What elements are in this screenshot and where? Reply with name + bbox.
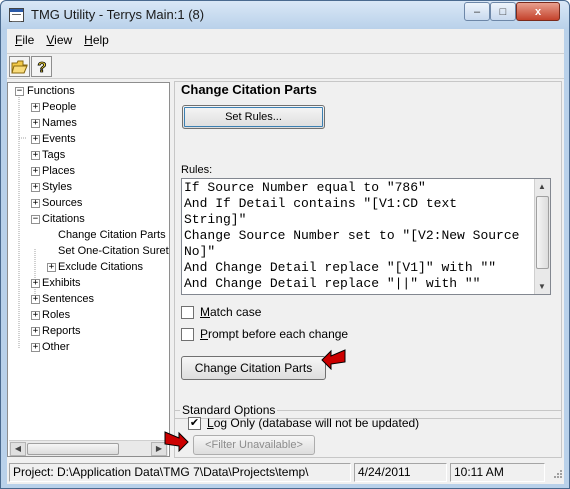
- log-only-checkbox[interactable]: ✔: [188, 416, 201, 430]
- tree-expand-toggle[interactable]: +: [31, 135, 40, 144]
- red-arrow-icon: [321, 349, 346, 370]
- tree-item-exclude-citations[interactable]: Exclude Citations: [58, 259, 143, 275]
- menu-file-label: ile: [22, 33, 35, 47]
- status-date: 4/24/2011: [354, 463, 447, 482]
- app-icon[interactable]: [9, 8, 24, 22]
- filter-button[interactable]: <Filter Unavailable>: [193, 435, 315, 455]
- resize-grip-icon[interactable]: [551, 469, 563, 481]
- rules-label: Rules:: [181, 164, 213, 176]
- red-arrow-icon: [164, 431, 189, 452]
- help-icon: ?: [37, 59, 47, 75]
- set-rules-button[interactable]: Set Rules...: [182, 105, 325, 129]
- svg-text:?: ?: [37, 59, 46, 75]
- rules-vertical-scrollbar[interactable]: ▲ ▼: [534, 179, 550, 294]
- status-time: 10:11 AM: [450, 463, 545, 482]
- tree-item-change-citation-parts[interactable]: Change Citation Parts: [58, 227, 166, 243]
- tree-expand-toggle[interactable]: +: [31, 151, 40, 160]
- tree-item-tags[interactable]: Tags: [42, 147, 65, 163]
- tree-item-people[interactable]: People: [42, 99, 76, 115]
- tree-expand-toggle[interactable]: +: [47, 263, 56, 272]
- menu-view-label: iew: [54, 33, 73, 47]
- tree-item-other[interactable]: Other: [42, 339, 70, 355]
- prompt-option[interactable]: Prompt before each change: [181, 326, 348, 342]
- function-tree[interactable]: − Functions + People + Names + Events + …: [7, 82, 170, 457]
- standard-options-group: Standard Options ✔ Log Only (database wi…: [174, 403, 562, 458]
- close-button[interactable]: x: [516, 2, 560, 21]
- tree-expand-toggle[interactable]: +: [31, 119, 40, 128]
- rules-text: If Source Number equal to "786" And If De…: [184, 180, 534, 292]
- tree-item-names[interactable]: Names: [42, 115, 77, 131]
- match-case-checkbox[interactable]: [181, 305, 194, 319]
- tree-expand-toggle[interactable]: +: [31, 103, 40, 112]
- rules-textbox[interactable]: If Source Number equal to "786" And If De…: [181, 178, 551, 295]
- log-only-label: Log Only (database will not be updated): [207, 416, 420, 430]
- rule-line: String]": [184, 212, 247, 227]
- scroll-up-arrow-icon[interactable]: ▲: [538, 182, 546, 191]
- menu-view[interactable]: View: [40, 33, 78, 47]
- tree-item-sentences[interactable]: Sentences: [42, 291, 94, 307]
- status-bar: Project: D:\Application Data\TMG 7\Data\…: [7, 461, 564, 483]
- match-case-label: Match case: [200, 305, 262, 319]
- window-title: TMG Utility - Terrys Main:1 (8): [31, 7, 205, 22]
- rule-line: Change Source Number set to "[V2:New Sou…: [184, 228, 520, 243]
- tree-expand-toggle[interactable]: +: [31, 167, 40, 176]
- tree-item-roles[interactable]: Roles: [42, 307, 70, 323]
- folder-open-icon: [11, 60, 28, 73]
- prompt-checkbox[interactable]: [181, 327, 194, 341]
- tree-item-exhibits[interactable]: Exhibits: [42, 275, 81, 291]
- rule-line: No]": [184, 244, 216, 259]
- tree-expand-toggle[interactable]: +: [31, 343, 40, 352]
- tree-expand-toggle[interactable]: +: [31, 295, 40, 304]
- toolbar: ?: [7, 53, 564, 79]
- help-button[interactable]: ?: [31, 56, 52, 77]
- prompt-label: Prompt before each change: [200, 327, 349, 341]
- change-citation-parts-button[interactable]: Change Citation Parts: [181, 356, 326, 380]
- menu-file[interactable]: File: [9, 33, 40, 47]
- maximize-button[interactable]: □: [490, 2, 516, 21]
- tree-expand-toggle[interactable]: +: [31, 327, 40, 336]
- menu-bar: File View Help: [7, 29, 564, 51]
- panel-title: Change Citation Parts: [181, 82, 317, 97]
- scroll-down-arrow-icon[interactable]: ▼: [538, 282, 546, 291]
- change-citation-panel: Change Citation Parts Set Rules... Rules…: [174, 81, 562, 419]
- tree-root-functions[interactable]: Functions: [27, 83, 75, 99]
- scroll-thumb[interactable]: [27, 443, 119, 455]
- menu-help-label: elp: [92, 33, 109, 47]
- scroll-left-arrow-icon[interactable]: ◀: [10, 442, 26, 456]
- scroll-thumb[interactable]: [536, 196, 549, 269]
- menu-help[interactable]: Help: [78, 33, 115, 47]
- rule-line: And If Detail contains "[V1:CD text: [184, 196, 458, 211]
- title-bar[interactable]: TMG Utility - Terrys Main:1 (8) – □ x: [1, 1, 569, 29]
- log-only-option[interactable]: ✔ Log Only (database will not be updated…: [188, 415, 419, 431]
- tree-item-styles[interactable]: Styles: [42, 179, 72, 195]
- rule-line: And Change Detail replace "[V1]" with "": [184, 260, 497, 275]
- tree-item-places[interactable]: Places: [42, 163, 75, 179]
- tree-collapse-toggle[interactable]: −: [31, 215, 40, 224]
- rule-line: If Source Number equal to "786": [184, 180, 426, 195]
- tree-expand-toggle[interactable]: +: [31, 183, 40, 192]
- minimize-button[interactable]: –: [464, 2, 490, 21]
- tree-item-set-one-citation-surety[interactable]: Set One-Citation Surety: [58, 243, 169, 259]
- match-case-option[interactable]: Match case: [181, 304, 261, 320]
- tree-collapse-toggle[interactable]: −: [15, 87, 24, 96]
- tree-expand-toggle[interactable]: +: [31, 279, 40, 288]
- open-button[interactable]: [9, 56, 30, 77]
- tree-item-citations[interactable]: Citations: [42, 211, 85, 227]
- rule-line: And Change Detail replace "||" with "": [184, 276, 481, 291]
- tree-item-events[interactable]: Events: [42, 131, 76, 147]
- tree-expand-toggle[interactable]: +: [31, 199, 40, 208]
- status-project: Project: D:\Application Data\TMG 7\Data\…: [9, 463, 351, 482]
- tree-item-sources[interactable]: Sources: [42, 195, 82, 211]
- tree-expand-toggle[interactable]: +: [31, 311, 40, 320]
- tree-horizontal-scrollbar[interactable]: ◀ ▶: [9, 440, 168, 456]
- client-area: File View Help ? − Functions + People + …: [7, 29, 564, 484]
- app-window: TMG Utility - Terrys Main:1 (8) – □ x Fi…: [0, 0, 570, 489]
- tree-item-reports[interactable]: Reports: [42, 323, 81, 339]
